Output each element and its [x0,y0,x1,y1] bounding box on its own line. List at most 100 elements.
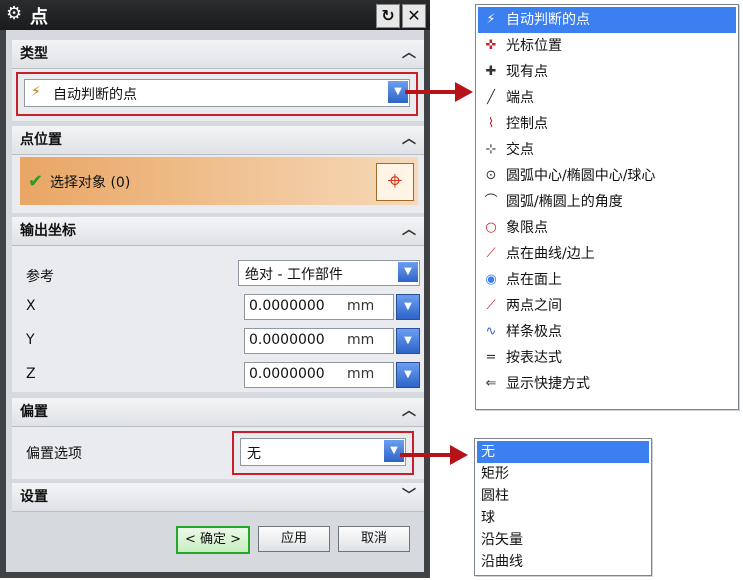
select-object-bar[interactable]: ✔ 选择对象 (0) ⌖ [20,157,418,205]
section-label: 点位置 [20,132,62,148]
select-object-label: 选择对象 (0) [50,175,131,191]
type-option[interactable]: ⟋ 点在曲线/边上 [478,241,736,267]
z-menu-button[interactable]: ▼ [396,362,420,388]
type-option[interactable]: ╱ 端点 [478,85,736,111]
section-header-type[interactable]: 类型 ︿ [12,40,424,69]
section-header-output-coordinates[interactable]: 输出坐标 ︿ [12,217,424,246]
chevron-down-icon[interactable]: ▼ [398,262,418,282]
ok-button[interactable]: < 确定 > [176,526,250,554]
y-menu-button[interactable]: ▼ [396,328,420,354]
chevron-up-icon[interactable]: ︿ [398,128,420,150]
close-button[interactable]: ✕ [402,4,426,28]
offset-option[interactable]: 无 [477,441,649,463]
type-option[interactable]: ⊹ 交点 [478,137,736,163]
section-header-offset[interactable]: 偏置 ︿ [12,398,424,427]
chevron-up-icon[interactable]: ︿ [398,42,420,64]
point-on-face-icon: ◉ [485,272,497,287]
section-header-point-location[interactable]: 点位置 ︿ [12,126,424,155]
type-option[interactable]: ⇐ 显示快捷方式 [478,371,736,397]
type-option-label: 两点之间 [506,298,562,314]
callout-arrow-head [455,82,473,102]
type-option-label: 显示快捷方式 [506,376,590,392]
offset-option[interactable]: 沿矢量 [477,529,649,551]
x-field[interactable]: 0.0000000 mm [244,294,394,320]
point-constructor-button[interactable]: ⌖ [376,163,414,201]
inferred-point-icon: ⚡ [31,84,41,100]
type-option[interactable]: ⟋ 两点之间 [478,293,736,319]
type-option-label: 交点 [506,142,534,158]
arc-center-icon: ⊙ [485,168,497,183]
type-option[interactable]: ⚡ 自动判断的点 [478,7,736,33]
chevron-up-icon[interactable]: ︿ [398,400,420,422]
chevron-down-icon[interactable]: ▼ [384,440,404,462]
y-value: 0.0000000 [249,332,325,348]
z-unit: mm [347,366,375,382]
section-label: 偏置 [20,404,48,420]
section-label: 输出坐标 [20,223,76,239]
arrow-down-icon: ▼ [404,335,412,346]
type-option-label: 圆弧/椭圆上的角度 [506,194,623,210]
existing-point-icon: ✚ [485,64,497,79]
reset-button[interactable]: ↻ [376,4,400,28]
reference-combo[interactable]: 绝对 - 工作部件 ▼ [238,260,420,286]
type-option[interactable]: ⊙ 圆弧中心/椭圆中心/球心 [478,163,736,189]
y-unit: mm [347,332,375,348]
title-bar[interactable]: ⚙ 点 ↻ ✕ [0,0,430,30]
section-header-settings[interactable]: 设置 ﹀ [12,483,424,512]
z-value: 0.0000000 [249,366,325,382]
x-menu-button[interactable]: ▼ [396,294,420,320]
cursor-location-icon: ✜ [485,38,497,53]
section-body-offset: 偏置选项 无 ▼ [12,427,424,479]
offset-option-label: 偏置选项 [26,446,82,462]
type-option[interactable]: = 按表达式 [478,345,736,371]
intersection-point-icon: ⊹ [485,142,497,157]
shortcut-icon: ⇐ [485,376,497,391]
section-body-point-location: ✔ 选择对象 (0) ⌖ [12,155,424,213]
type-option[interactable]: ⌇ 控制点 [478,111,736,137]
callout-arrow-line [405,90,457,94]
type-combo[interactable]: ⚡ 自动判断的点 ▼ [24,79,410,107]
between-points-icon: ⟋ [486,298,496,313]
chevron-down-icon[interactable]: ﹀ [398,485,420,507]
offset-option-label: 圆柱 [481,488,509,504]
type-option-label: 现有点 [506,64,548,80]
type-option[interactable]: ✜ 光标位置 [478,33,736,59]
quadrant-point-icon: ○ [485,220,497,235]
offset-option-label: 沿矢量 [481,532,523,548]
type-option[interactable]: ✚ 现有点 [478,59,736,85]
x-value: 0.0000000 [249,298,325,314]
type-option-label: 点在曲线/边上 [506,246,595,262]
check-icon: ✔ [28,171,44,192]
chevron-up-icon[interactable]: ︿ [398,219,420,241]
z-label: Z [26,366,36,382]
type-option-label: 样条极点 [506,324,562,340]
control-point-icon: ⌇ [487,116,495,131]
type-option[interactable]: ◉ 点在面上 [478,267,736,293]
type-option[interactable]: ○ 象限点 [478,215,736,241]
offset-option-label: 无 [481,444,495,460]
offset-option-label: 球 [481,510,495,526]
offset-combo[interactable]: 无 ▼ [240,438,406,466]
type-dropdown-list: ⚡ 自动判断的点 ✜ 光标位置 ✚ 现有点 ╱ 端点 ⌇ 控制点 ⊹ 交点 ⊙ … [475,4,739,410]
z-field[interactable]: 0.0000000 mm [244,362,394,388]
section-label: 设置 [20,489,48,505]
offset-option[interactable]: 矩形 [477,463,649,485]
type-option-label: 端点 [506,90,534,106]
offset-option-label: 矩形 [481,466,509,482]
type-option[interactable]: ∿ 样条极点 [478,319,736,345]
point-dialog: ⚙ 点 ↻ ✕ 类型 ︿ ⚡ 自动判断的点 ▼ 点位置 ︿ ✔ 选择对象 (0) [0,0,430,578]
apply-button[interactable]: 应用 [258,526,330,552]
x-label: X [26,298,36,314]
crosshair-icon: ⌖ [387,166,403,196]
y-field[interactable]: 0.0000000 mm [244,328,394,354]
type-option-label: 自动判断的点 [506,12,590,28]
offset-option[interactable]: 球 [477,507,649,529]
dialog-title: 点 [30,7,48,28]
gear-icon[interactable]: ⚙ [6,4,26,24]
type-option[interactable]: ⌒ 圆弧/椭圆上的角度 [478,189,736,215]
inferred-point-icon: ⚡ [486,12,496,27]
offset-option[interactable]: 圆柱 [477,485,649,507]
cancel-button[interactable]: 取消 [338,526,410,552]
reference-value: 绝对 - 工作部件 [245,267,343,283]
offset-option[interactable]: 沿曲线 [477,551,649,573]
